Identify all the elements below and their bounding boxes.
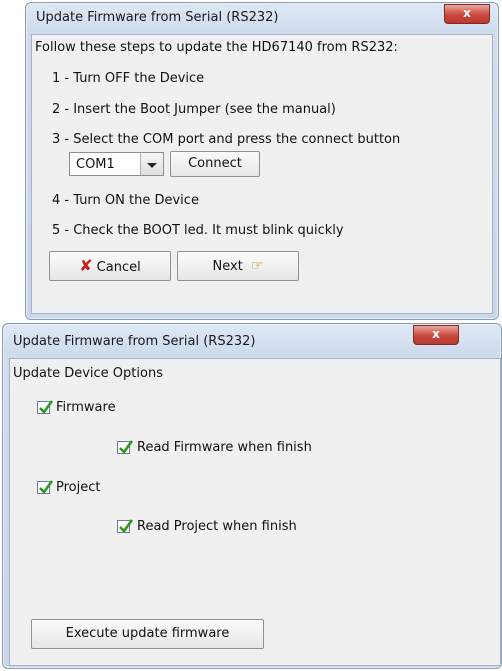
options-heading: Update Device Options	[13, 366, 163, 381]
checkmark-icon	[119, 519, 134, 533]
dialog-body: Update Device Options Firmware Read Firm…	[9, 358, 501, 666]
firmware-option-label: Firmware	[56, 400, 116, 415]
step-5: 5 - Check the BOOT led. It must blink qu…	[52, 223, 344, 238]
title-bar[interactable]: Update Firmware from Serial (RS232) x	[3, 324, 501, 354]
connect-button[interactable]: Connect	[170, 151, 260, 177]
step-4: 4 - Turn ON the Device	[52, 193, 199, 208]
next-button[interactable]: Next ☞	[177, 251, 299, 281]
pointing-hand-icon: ☞	[250, 258, 264, 274]
read-firmware-label: Read Firmware when finish	[137, 440, 312, 455]
cancel-icon: ✘	[79, 256, 93, 275]
dialog-title: Update Firmware from Serial (RS232)	[13, 334, 256, 349]
checkmark-icon	[39, 400, 54, 414]
com-port-value: COM1	[76, 157, 115, 172]
dialog-body: Follow these steps to update the HD67140…	[31, 34, 493, 314]
firmware-serial-dialog-options: Update Firmware from Serial (RS232) x Up…	[2, 323, 502, 669]
step-3: 3 - Select the COM port and press the co…	[52, 132, 401, 147]
read-project-label: Read Project when finish	[137, 519, 297, 534]
dropdown-button[interactable]	[140, 153, 163, 175]
execute-update-button[interactable]: Execute update firmware	[31, 619, 264, 649]
com-port-select[interactable]: COM1	[69, 152, 164, 176]
dialog-title: Update Firmware from Serial (RS232)	[36, 10, 279, 25]
title-bar[interactable]: Update Firmware from Serial (RS232) x	[26, 3, 498, 33]
checkmark-icon	[119, 440, 134, 454]
firmware-checkbox[interactable]	[37, 400, 54, 414]
checkmark-icon	[39, 480, 54, 494]
step-2: 2 - Insert the Boot Jumper (see the manu…	[52, 102, 336, 117]
read-firmware-checkbox[interactable]	[117, 440, 134, 454]
next-label: Next	[212, 259, 243, 274]
step-1: 1 - Turn OFF the Device	[52, 71, 205, 86]
project-option-label: Project	[56, 480, 101, 495]
cancel-button[interactable]: ✘ Cancel	[49, 251, 171, 281]
project-checkbox[interactable]	[37, 480, 54, 494]
firmware-serial-dialog-steps: Update Firmware from Serial (RS232) x Fo…	[25, 2, 499, 320]
instructions-intro: Follow these steps to update the HD67140…	[35, 40, 398, 55]
read-project-checkbox[interactable]	[117, 519, 134, 533]
close-button[interactable]: x	[444, 4, 490, 24]
chevron-down-icon	[147, 163, 157, 168]
close-button[interactable]: x	[413, 325, 459, 345]
cancel-label: Cancel	[96, 260, 141, 275]
